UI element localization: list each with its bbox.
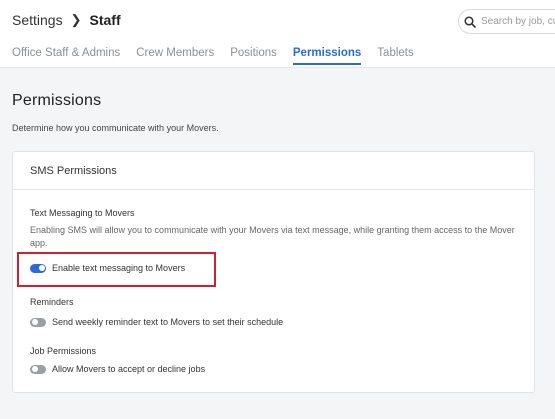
- toggle-knob: [31, 366, 38, 372]
- reminders-toggle-row[interactable]: Send weekly reminder text to Movers to s…: [30, 317, 283, 327]
- search-input[interactable]: [481, 16, 555, 27]
- tab-crew-members[interactable]: Crew Members: [136, 47, 214, 65]
- sms-permissions-card: SMS Permissions Text Messaging to Movers…: [12, 151, 535, 393]
- text-messaging-description: Enabling SMS will allow you to communica…: [30, 225, 515, 248]
- reminders-toggle-label: Send weekly reminder text to Movers to s…: [52, 317, 284, 327]
- reminders-title: Reminders: [30, 297, 74, 307]
- toggle-knob: [38, 265, 45, 271]
- search-icon: [464, 15, 476, 28]
- text-messaging-toggle-label: Enable text messaging to Movers: [52, 263, 186, 273]
- breadcrumb-settings-link[interactable]: Settings: [12, 12, 63, 28]
- page-title: Permissions: [12, 92, 102, 109]
- text-messaging-title: Text Messaging to Movers: [30, 208, 135, 218]
- tab-positions[interactable]: Positions: [230, 47, 277, 65]
- text-messaging-toggle[interactable]: [30, 263, 46, 273]
- search-box[interactable]: [458, 9, 555, 34]
- breadcrumb-current: Staff: [89, 12, 121, 28]
- card-header: SMS Permissions: [13, 152, 534, 190]
- tab-bar: Office Staff & Admins Crew Members Posit…: [12, 47, 430, 65]
- reminders-toggle[interactable]: [30, 317, 46, 327]
- text-messaging-toggle-row[interactable]: Enable text messaging to Movers: [30, 263, 185, 273]
- chevron-right-icon: ❯: [70, 12, 82, 27]
- job-permissions-title: Job Permissions: [30, 346, 97, 356]
- job-permissions-toggle-label: Allow Movers to accept or decline jobs: [52, 364, 206, 374]
- page-description: Determine how you communicate with your …: [12, 123, 219, 133]
- tab-permissions[interactable]: Permissions: [292, 47, 362, 65]
- job-permissions-toggle[interactable]: [30, 364, 46, 374]
- breadcrumb: Settings ❯ Staff: [12, 12, 121, 28]
- toggle-knob: [31, 319, 38, 325]
- tab-office-staff-admins[interactable]: Office Staff & Admins: [12, 47, 120, 65]
- top-header: Settings ❯ Staff Office Staff & Admins C…: [0, 0, 555, 68]
- tab-tablets[interactable]: Tablets: [377, 47, 413, 65]
- job-permissions-toggle-row[interactable]: Allow Movers to accept or decline jobs: [30, 364, 205, 374]
